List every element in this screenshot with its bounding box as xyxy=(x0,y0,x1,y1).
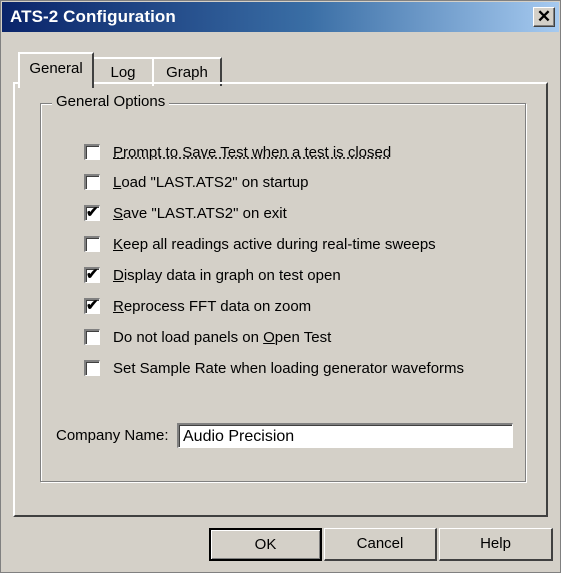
option-label: Display data in graph on test open xyxy=(113,266,341,284)
cancel-button[interactable]: Cancel xyxy=(324,528,437,561)
checkbox[interactable]: ✔ xyxy=(84,297,100,314)
option-keep-readings[interactable]: Keep all readings active during real-tim… xyxy=(84,234,436,254)
checkbox[interactable] xyxy=(84,329,100,345)
checkmark-icon: ✔ xyxy=(86,297,99,314)
ok-button[interactable]: OK xyxy=(209,528,322,561)
help-button[interactable]: Help xyxy=(439,528,553,561)
option-label: Load "LAST.ATS2" on startup xyxy=(113,173,309,191)
tab-log-label: Log xyxy=(110,64,136,81)
checkmark-icon: ✔ xyxy=(86,266,99,283)
option-label: Prompt to Save Test when a test is close… xyxy=(113,143,392,161)
checkbox[interactable]: ✔ xyxy=(84,266,100,283)
close-icon: ✕ xyxy=(536,7,552,26)
option-no-load-panels[interactable]: Do not load panels on Open Test xyxy=(84,327,331,347)
option-label: Save "LAST.ATS2" on exit xyxy=(113,204,287,222)
tab-general-label: General xyxy=(29,60,83,77)
company-name-label: Company Name: xyxy=(56,427,169,444)
checkbox[interactable]: ✔ xyxy=(84,204,100,221)
option-label: Do not load panels on Open Test xyxy=(113,328,332,346)
checkbox[interactable] xyxy=(84,236,100,252)
option-set-sample-rate[interactable]: Set Sample Rate when loading generator w… xyxy=(84,358,464,378)
option-label: Reprocess FFT data on zoom xyxy=(113,297,312,315)
checkbox[interactable] xyxy=(84,144,100,160)
tab-graph-label: Graph xyxy=(166,64,208,81)
option-save-last[interactable]: ✔ Save "LAST.ATS2" on exit xyxy=(84,203,287,223)
tab-general[interactable]: General xyxy=(18,52,94,88)
checkmark-icon: ✔ xyxy=(86,204,99,221)
checkbox[interactable] xyxy=(84,174,100,190)
option-label: Keep all readings active during real-tim… xyxy=(113,235,436,253)
group-title: General Options xyxy=(52,93,170,110)
option-label: Set Sample Rate when loading generator w… xyxy=(113,359,465,377)
option-reprocess-fft[interactable]: ✔ Reprocess FFT data on zoom xyxy=(84,296,311,316)
title-bar[interactable]: ATS-2 Configuration ✕ xyxy=(2,2,559,32)
option-prompt-save[interactable]: Prompt to Save Test when a test is close… xyxy=(84,142,391,162)
option-load-last[interactable]: Load "LAST.ATS2" on startup xyxy=(84,172,309,192)
window-title: ATS-2 Configuration xyxy=(10,7,176,26)
company-name-input[interactable]: Audio Precision xyxy=(177,423,513,448)
close-button[interactable]: ✕ xyxy=(533,7,555,27)
option-display-graph[interactable]: ✔ Display data in graph on test open xyxy=(84,265,341,285)
checkbox[interactable] xyxy=(84,360,100,376)
